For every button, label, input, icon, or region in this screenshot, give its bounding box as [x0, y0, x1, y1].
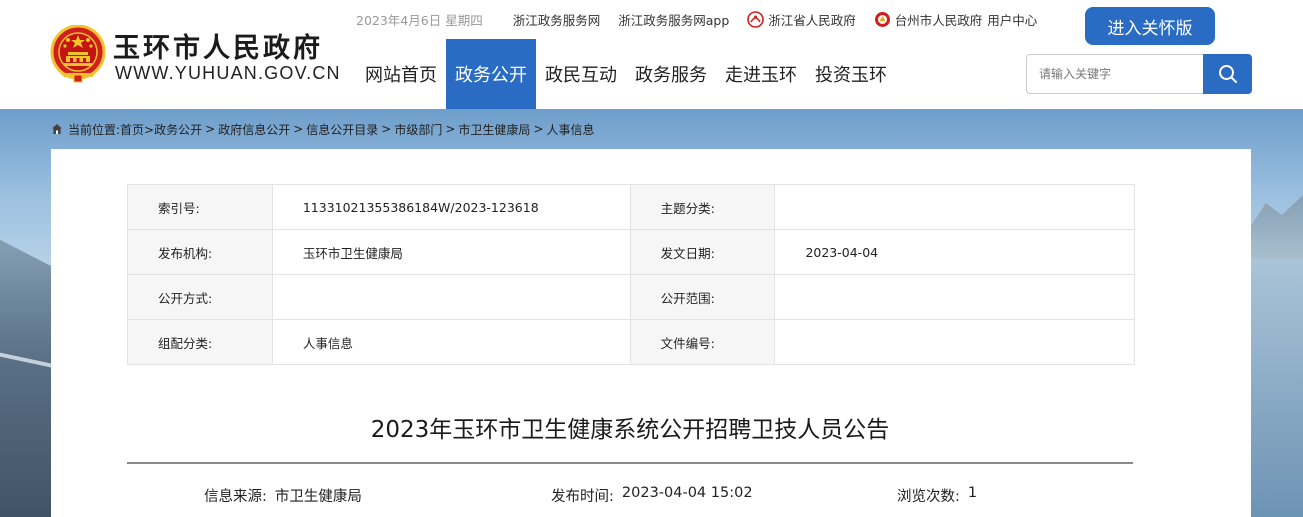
zhejiang-service-app-link[interactable]: 浙江政务服务网app	[618, 10, 729, 29]
taizhou-gov-link[interactable]: 台州市人民政府	[874, 10, 983, 29]
nav-item-public-interaction[interactable]: 政民互动	[536, 39, 626, 109]
article-view-count: 浏览次数: 1	[897, 485, 977, 505]
meta-value-index-number: 11331021355386184W/2023-123618	[271, 184, 631, 230]
care-mode-button[interactable]: 进入关怀版	[1085, 7, 1215, 45]
site-domain: WWW.YUHUAN.GOV.CN	[115, 63, 341, 83]
meta-value-classification: 人事信息	[271, 319, 631, 365]
nav-item-home[interactable]: 网站首页	[356, 39, 446, 109]
table-row: 组配分类: 人事信息 文件编号:	[127, 319, 1135, 365]
zhejiang-gov-logo-icon	[747, 10, 765, 28]
article-source-value: 市卫生健康局	[274, 489, 362, 505]
user-center-link[interactable]: 用户中心	[987, 10, 1037, 29]
meta-label-document-number: 文件编号:	[629, 319, 776, 365]
zhejiang-gov-link[interactable]: 浙江省人民政府	[747, 10, 856, 29]
breadcrumb-separator: >	[205, 122, 216, 136]
article-view-count-label: 浏览次数:	[897, 489, 960, 505]
nav-item-gov-services[interactable]: 政务服务	[626, 39, 716, 109]
breadcrumb-prefix: 当前位置:	[68, 122, 121, 137]
zhejiang-gov-link-label: 浙江省人民政府	[768, 12, 856, 28]
article-source: 信息来源: 市卫生健康局	[204, 485, 362, 505]
taizhou-gov-link-label: 台州市人民政府	[894, 12, 983, 28]
site-search	[1026, 54, 1252, 94]
breadcrumb-item-health-bureau[interactable]: 市卫生健康局	[458, 121, 530, 138]
current-date: 2023年4月6日 星期四	[356, 12, 483, 28]
top-link-bar: 2023年4月6日 星期四 浙江政务服务网 浙江政务服务网app 浙江省人民政府…	[356, 10, 1055, 28]
document-meta-table: 索引号: 11331021355386184W/2023-123618 主题分类…	[127, 184, 1135, 365]
meta-label-index-number: 索引号:	[127, 184, 273, 230]
title-divider	[127, 462, 1133, 464]
meta-value-topic-category	[774, 184, 1135, 230]
nav-item-invest-yuhuan[interactable]: 投资玉环	[806, 39, 896, 109]
article-publish-time: 发布时间: 2023-04-04 15:02	[551, 485, 753, 505]
breadcrumb-separator: >	[445, 122, 456, 136]
article-view-count-value: 1	[967, 485, 978, 501]
breadcrumb-item-gov-affairs-open[interactable]: 政务公开	[154, 121, 202, 138]
nav-item-gov-affairs-open[interactable]: 政务公开	[446, 39, 536, 109]
national-emblem-icon[interactable]	[50, 25, 106, 83]
table-row: 公开方式: 公开范围:	[127, 274, 1135, 320]
article-source-label: 信息来源:	[204, 489, 267, 505]
search-button[interactable]	[1203, 54, 1252, 94]
breadcrumb-item-info-catalog[interactable]: 信息公开目录	[306, 121, 378, 138]
meta-value-publisher: 玉环市卫生健康局	[271, 229, 631, 275]
nav-item-about-yuhuan[interactable]: 走进玉环	[716, 39, 806, 109]
meta-label-disclosure-scope: 公开范围:	[629, 274, 776, 320]
meta-label-disclosure-method: 公开方式:	[127, 274, 273, 320]
meta-label-topic-category: 主题分类:	[629, 184, 776, 230]
content-panel: 索引号: 11331021355386184W/2023-123618 主题分类…	[51, 149, 1251, 517]
breadcrumb-separator: >	[533, 122, 544, 136]
meta-value-document-number	[774, 319, 1135, 365]
article-publish-time-value: 2023-04-04 15:02	[621, 485, 753, 501]
main-nav: 网站首页 政务公开 政民互动 政务服务 走进玉环 投资玉环	[356, 39, 896, 109]
taizhou-gov-logo-icon	[874, 11, 890, 27]
meta-label-issue-date: 发文日期:	[629, 229, 776, 275]
site-header: 玉环市人民政府 WWW.YUHUAN.GOV.CN 2023年4月6日 星期四 …	[0, 0, 1303, 109]
table-row: 索引号: 11331021355386184W/2023-123618 主题分类…	[127, 184, 1135, 230]
search-input[interactable]	[1026, 54, 1203, 94]
breadcrumb-item-city-departments[interactable]: 市级部门	[394, 121, 442, 138]
home-icon	[52, 124, 62, 134]
search-icon	[1218, 65, 1237, 83]
meta-label-classification: 组配分类:	[127, 319, 273, 365]
meta-value-disclosure-method	[271, 274, 631, 320]
breadcrumb-separator: >	[293, 122, 304, 136]
article-publish-time-label: 发布时间:	[551, 489, 614, 505]
article-title: 2023年玉环市卫生健康系统公开招聘卫技人员公告	[370, 417, 890, 443]
meta-value-disclosure-scope	[774, 274, 1135, 320]
table-row: 发布机构: 玉环市卫生健康局 发文日期: 2023-04-04	[127, 229, 1135, 275]
scenery-mountains-right	[1250, 195, 1303, 259]
meta-label-publisher: 发布机构:	[127, 229, 273, 275]
breadcrumb-item-gov-info-open[interactable]: 政府信息公开	[218, 121, 290, 138]
scenery-sea-right	[1250, 259, 1303, 517]
breadcrumb: 当前位置: 首页> 政务公开 > 政府信息公开 > 信息公开目录 > 市级部门 …	[51, 121, 595, 137]
site-title[interactable]: 玉环市人民政府	[113, 26, 323, 65]
breadcrumb-item-personnel-info[interactable]: 人事信息	[547, 121, 595, 138]
breadcrumb-separator: >	[381, 122, 392, 136]
meta-value-issue-date: 2023-04-04	[774, 229, 1135, 275]
zhejiang-service-link[interactable]: 浙江政务服务网	[513, 10, 601, 29]
breadcrumb-item-home[interactable]: 首页>	[120, 121, 154, 138]
